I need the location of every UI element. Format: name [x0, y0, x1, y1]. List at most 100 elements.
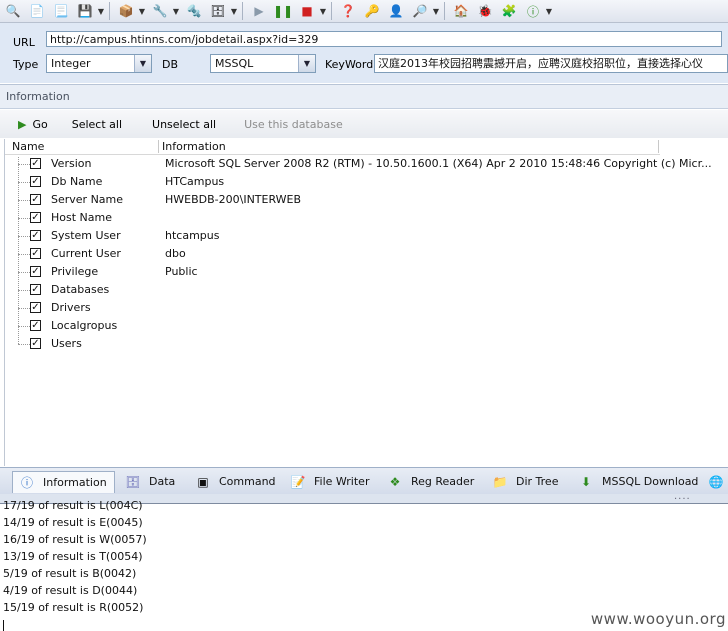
bug-icon[interactable]: 🐞	[474, 1, 496, 21]
row-info: HTCampus	[165, 175, 225, 188]
package-icon[interactable]: 📦	[115, 1, 137, 21]
tree-row[interactable]: ✓ Databases	[5, 281, 705, 299]
checkbox-checked[interactable]: ✓	[30, 212, 41, 223]
tab-mssql-download[interactable]: ⬇ MSSQL Download	[578, 471, 698, 493]
tab-label: Data	[149, 475, 176, 488]
chevron-down-icon[interactable]: ▼	[431, 1, 441, 21]
module-tabs: ⓘ Information 🗄 Data ▣ Command 📝 File Wr…	[0, 467, 728, 494]
tree-row[interactable]: ✓ Privilege Public	[5, 263, 705, 281]
text-cursor	[3, 620, 4, 631]
tree-row[interactable]: ✓ Db Name HTCampus	[5, 173, 705, 191]
chevron-down-icon[interactable]: ▼	[298, 55, 315, 72]
info-circle-icon[interactable]: ⓘ	[522, 1, 544, 21]
tree-row[interactable]: ✓ Localgropus	[5, 317, 705, 335]
tab-data[interactable]: 🗄 Data	[125, 471, 175, 493]
registry-icon: ❖	[389, 475, 401, 489]
tab-label: Dir Tree	[516, 475, 559, 488]
column-header-name[interactable]: Name	[12, 140, 44, 153]
main-toolbar: 🔍 📄 📃 💾 ▼ 📦 ▼ 🔧 ▼ 🔩 🗄 ▼ ▶ ❚❚ ■ ▼ ❓ 🔑 👤 🔎…	[0, 0, 728, 23]
tree-row[interactable]: ✓ Current User dbo	[5, 245, 705, 263]
checkbox-checked[interactable]: ✓	[30, 302, 41, 313]
row-info: dbo	[165, 247, 186, 260]
tab-file-writer[interactable]: 📝 File Writer	[290, 471, 370, 493]
tab-more[interactable]: 🌐	[708, 471, 728, 493]
information-tree: Name Information ✓ Version Microsoft SQL…	[4, 139, 728, 466]
tree-row[interactable]: ✓ Users	[5, 335, 705, 353]
checkbox-checked[interactable]: ✓	[30, 284, 41, 295]
chevron-down-icon[interactable]: ▼	[544, 1, 554, 21]
tools-icon[interactable]: 🔧	[149, 1, 171, 21]
key-icon[interactable]: 🔑	[361, 1, 383, 21]
type-label: Type	[13, 58, 39, 71]
db-select[interactable]: MSSQL ▼	[210, 54, 316, 73]
go-label: Go	[32, 117, 48, 131]
select-all-button[interactable]: Select all	[72, 118, 122, 131]
magnifier-icon[interactable]: 🔎	[409, 1, 431, 21]
database-icon[interactable]: 🗄	[207, 1, 229, 21]
row-name: Db Name	[51, 175, 103, 188]
chevron-down-icon[interactable]: ▼	[229, 1, 239, 21]
url-input[interactable]: http://campus.htinns.com/jobdetail.aspx?…	[46, 31, 722, 47]
row-name: Server Name	[51, 193, 124, 206]
log-line: 17/19 of result is L(004C)	[3, 499, 143, 512]
stop-icon[interactable]: ■	[296, 1, 318, 21]
file-writer-icon: 📝	[290, 475, 306, 489]
tree-row[interactable]: ✓ Version Microsoft SQL Server 2008 R2 (…	[5, 155, 712, 173]
document-icon[interactable]: 📃	[50, 1, 72, 21]
row-name: System User	[51, 229, 121, 242]
tab-label: Information	[43, 475, 107, 489]
checkbox-checked[interactable]: ✓	[30, 338, 41, 349]
tab-command[interactable]: ▣ Command	[195, 471, 276, 493]
row-info: HWEBDB-200\INTERWEB	[165, 193, 302, 206]
chevron-down-icon[interactable]: ▼	[137, 1, 147, 21]
play-icon[interactable]: ▶	[248, 1, 270, 21]
checkbox-checked[interactable]: ✓	[30, 230, 41, 241]
user-icon[interactable]: 👤	[385, 1, 407, 21]
folder-icon: 📁	[492, 475, 508, 489]
home-icon[interactable]: 🏠	[450, 1, 472, 21]
tree-row[interactable]: ✓ Host Name	[5, 209, 705, 227]
log-line: 13/19 of result is T(0054)	[3, 550, 143, 563]
chevron-down-icon[interactable]: ▼	[96, 1, 106, 21]
unselect-all-button[interactable]: Unselect all	[152, 118, 216, 131]
type-select-value: Integer	[51, 57, 91, 70]
chevron-down-icon[interactable]: ▼	[318, 1, 328, 21]
chevron-down-icon[interactable]: ▼	[171, 1, 181, 21]
tree-row[interactable]: ✓ Server Name HWEBDB-200\INTERWEB	[5, 191, 705, 209]
url-label: URL	[13, 36, 35, 49]
chevron-down-icon[interactable]: ▼	[134, 55, 151, 72]
keyword-input[interactable]: 汉庭2013年校园招聘震撼开启，应聘汉庭校招职位，直接选择心仪	[374, 54, 728, 73]
checkbox-checked[interactable]: ✓	[30, 158, 41, 169]
tab-label: MSSQL Download	[602, 475, 699, 488]
checkbox-checked[interactable]: ✓	[30, 194, 41, 205]
type-select[interactable]: Integer ▼	[46, 54, 152, 73]
tab-information[interactable]: ⓘ Information	[12, 471, 115, 493]
column-divider[interactable]	[658, 140, 659, 153]
tab-reg-reader[interactable]: ❖ Reg Reader	[387, 471, 475, 493]
row-info: Public	[165, 265, 198, 278]
search-icon[interactable]: 🔍	[2, 1, 24, 21]
row-info: htcampus	[165, 229, 220, 242]
log-line: 15/19 of result is R(0052)	[3, 601, 144, 614]
checkbox-checked[interactable]: ✓	[30, 176, 41, 187]
pause-icon[interactable]: ❚❚	[272, 1, 294, 21]
use-this-database-button[interactable]: Use this database	[244, 118, 343, 131]
save-icon[interactable]: 💾	[74, 1, 96, 21]
checkbox-checked[interactable]: ✓	[30, 266, 41, 277]
plugin-icon[interactable]: 🧩	[498, 1, 520, 21]
wrench-icon[interactable]: 🔩	[183, 1, 205, 21]
tree-row[interactable]: ✓ Drivers	[5, 299, 705, 317]
tree-row[interactable]: ✓ System User htcampus	[5, 227, 705, 245]
row-name: Databases	[51, 283, 110, 296]
go-button[interactable]: ▶ Go	[18, 118, 48, 131]
column-header-information[interactable]: Information	[162, 140, 226, 153]
help-icon[interactable]: ❓	[337, 1, 359, 21]
checkbox-checked[interactable]: ✓	[30, 320, 41, 331]
open-file-icon[interactable]: 📄	[26, 1, 48, 21]
column-divider[interactable]	[158, 140, 159, 153]
log-line: 4/19 of result is D(0044)	[3, 584, 138, 597]
log-output[interactable]: 17/19 of result is L(004C) 14/19 of resu…	[0, 499, 728, 631]
checkbox-checked[interactable]: ✓	[30, 248, 41, 259]
tab-dir-tree[interactable]: 📁 Dir Tree	[492, 471, 559, 493]
tab-label: Command	[219, 475, 276, 488]
